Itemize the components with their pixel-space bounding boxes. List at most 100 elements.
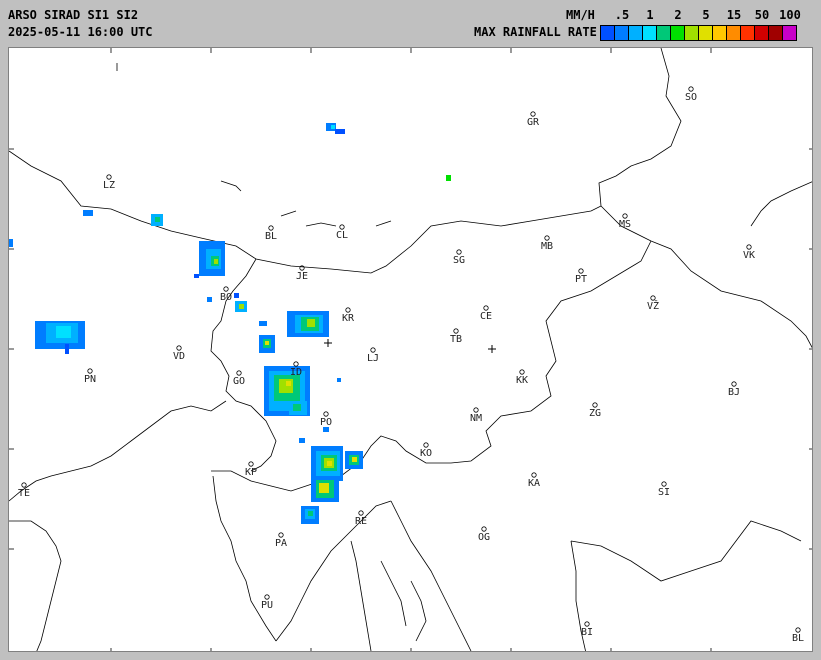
city-label: VK [743,250,755,261]
city-dot [483,305,489,311]
legend-swatch [755,26,769,40]
city-dot [519,369,525,375]
legend-swatch [657,26,671,40]
city-label: SO [685,92,697,103]
city-label: ID [290,367,302,378]
header-bar: ARSO SIRAD SI1 SI2 2025-05-11 16:00 UTC … [0,0,821,44]
city-label: PT [575,274,587,285]
city-dot [661,481,667,487]
city-label: VD [173,351,185,362]
city-dot [592,402,598,408]
city-label: KR [342,313,355,324]
legend-swatch [615,26,629,40]
city-label: LZ [103,180,115,191]
city-dot [795,627,801,633]
scale-tick: 15 [726,8,742,22]
city-label: CE [480,311,492,322]
city-dot [345,307,351,313]
map-svg: SO GR LZ MS BL CL MB VK SG JE PT BO KR CE VŽ VD TB LJ PN ID… [9,48,812,651]
city-dot [236,370,242,376]
city-label: TE [18,488,30,499]
scale-tick: 50 [754,8,770,22]
city-label: PN [84,374,96,385]
scale-tick: .5 [614,8,630,22]
radar-map[interactable]: SO GR LZ MS BL CL MB VK SG JE PT BO KR CE VŽ VD TB LJ PN ID… [8,47,813,652]
city-dot [453,328,459,334]
city-label: BJ [728,387,740,398]
city-dot [473,407,479,413]
city-label: SI [658,487,670,498]
city-dot [423,442,429,448]
city-dot [370,347,376,353]
city-dot [650,295,656,301]
city-label: BI [581,627,593,638]
product-title: ARSO SIRAD SI1 SI2 [8,8,139,22]
city-label: KP [245,467,257,478]
city-label: PO [320,417,332,428]
city-dot [176,345,182,351]
city-dot [339,224,345,230]
city-label: PA [275,538,287,549]
city-label: MB [541,241,553,252]
city-label: TB [450,334,462,345]
city-dot [622,213,628,219]
city-label: JE [296,271,308,282]
city-dot [323,411,329,417]
legend-swatch [699,26,713,40]
city-markers: SO GR LZ MS BL CL MB VK SG JE PT BO KR CE VŽ VD TB LJ PN ID… [18,86,804,644]
city-label: GO [233,376,245,387]
city-label: RE [355,516,367,527]
scale-ticks: .5 1 2 5 15 50 100 [600,8,812,22]
city-dot [530,111,536,117]
city-label: PU [261,600,273,611]
legend-swatch [643,26,657,40]
city-label: OG [478,532,490,543]
legend-swatch [783,26,796,40]
radar-sites [324,339,496,353]
legend-swatch [713,26,727,40]
scale-tick: 2 [674,8,682,22]
city-dot [456,249,462,255]
unit-label: MM/H [566,8,595,22]
radar-site-marker [324,339,332,347]
legend-swatch [685,26,699,40]
city-label: GR [527,117,540,128]
city-label: BL [265,231,277,242]
city-dot [481,526,487,532]
legend-swatch [629,26,643,40]
city-label: SG [453,255,465,266]
scale-tick: 100 [779,8,801,22]
timestamp: 2025-05-11 16:00 UTC [8,25,153,39]
city-dot [87,368,93,374]
city-dot [584,621,590,627]
city-label: KK [516,375,528,386]
city-dot [746,244,752,250]
city-dot [578,268,584,274]
radar-site-marker [488,345,496,353]
city-dot [248,461,254,467]
city-dot [21,482,27,488]
legend-swatch [741,26,755,40]
city-label: MS [619,219,631,230]
city-dot [223,286,229,292]
legend-swatch [601,26,615,40]
rate-label: MAX RAINFALL RATE [474,25,597,39]
legend-swatch [769,26,783,40]
city-label: LJ [367,353,379,364]
city-dot [358,510,364,516]
grid-ticks [9,48,812,651]
legend-swatch [671,26,685,40]
precipitation-echoes [9,123,451,524]
city-dot [544,235,550,241]
scale-tick: 5 [702,8,710,22]
city-label: CL [336,230,348,241]
legend-swatch [727,26,741,40]
city-dot [293,361,299,367]
city-dot [531,472,537,478]
city-label: KO [420,448,432,459]
color-scale-legend [600,25,797,41]
city-label: BL [792,633,804,644]
city-dot [268,225,274,231]
city-dot [278,532,284,538]
city-label: BO [220,292,232,303]
